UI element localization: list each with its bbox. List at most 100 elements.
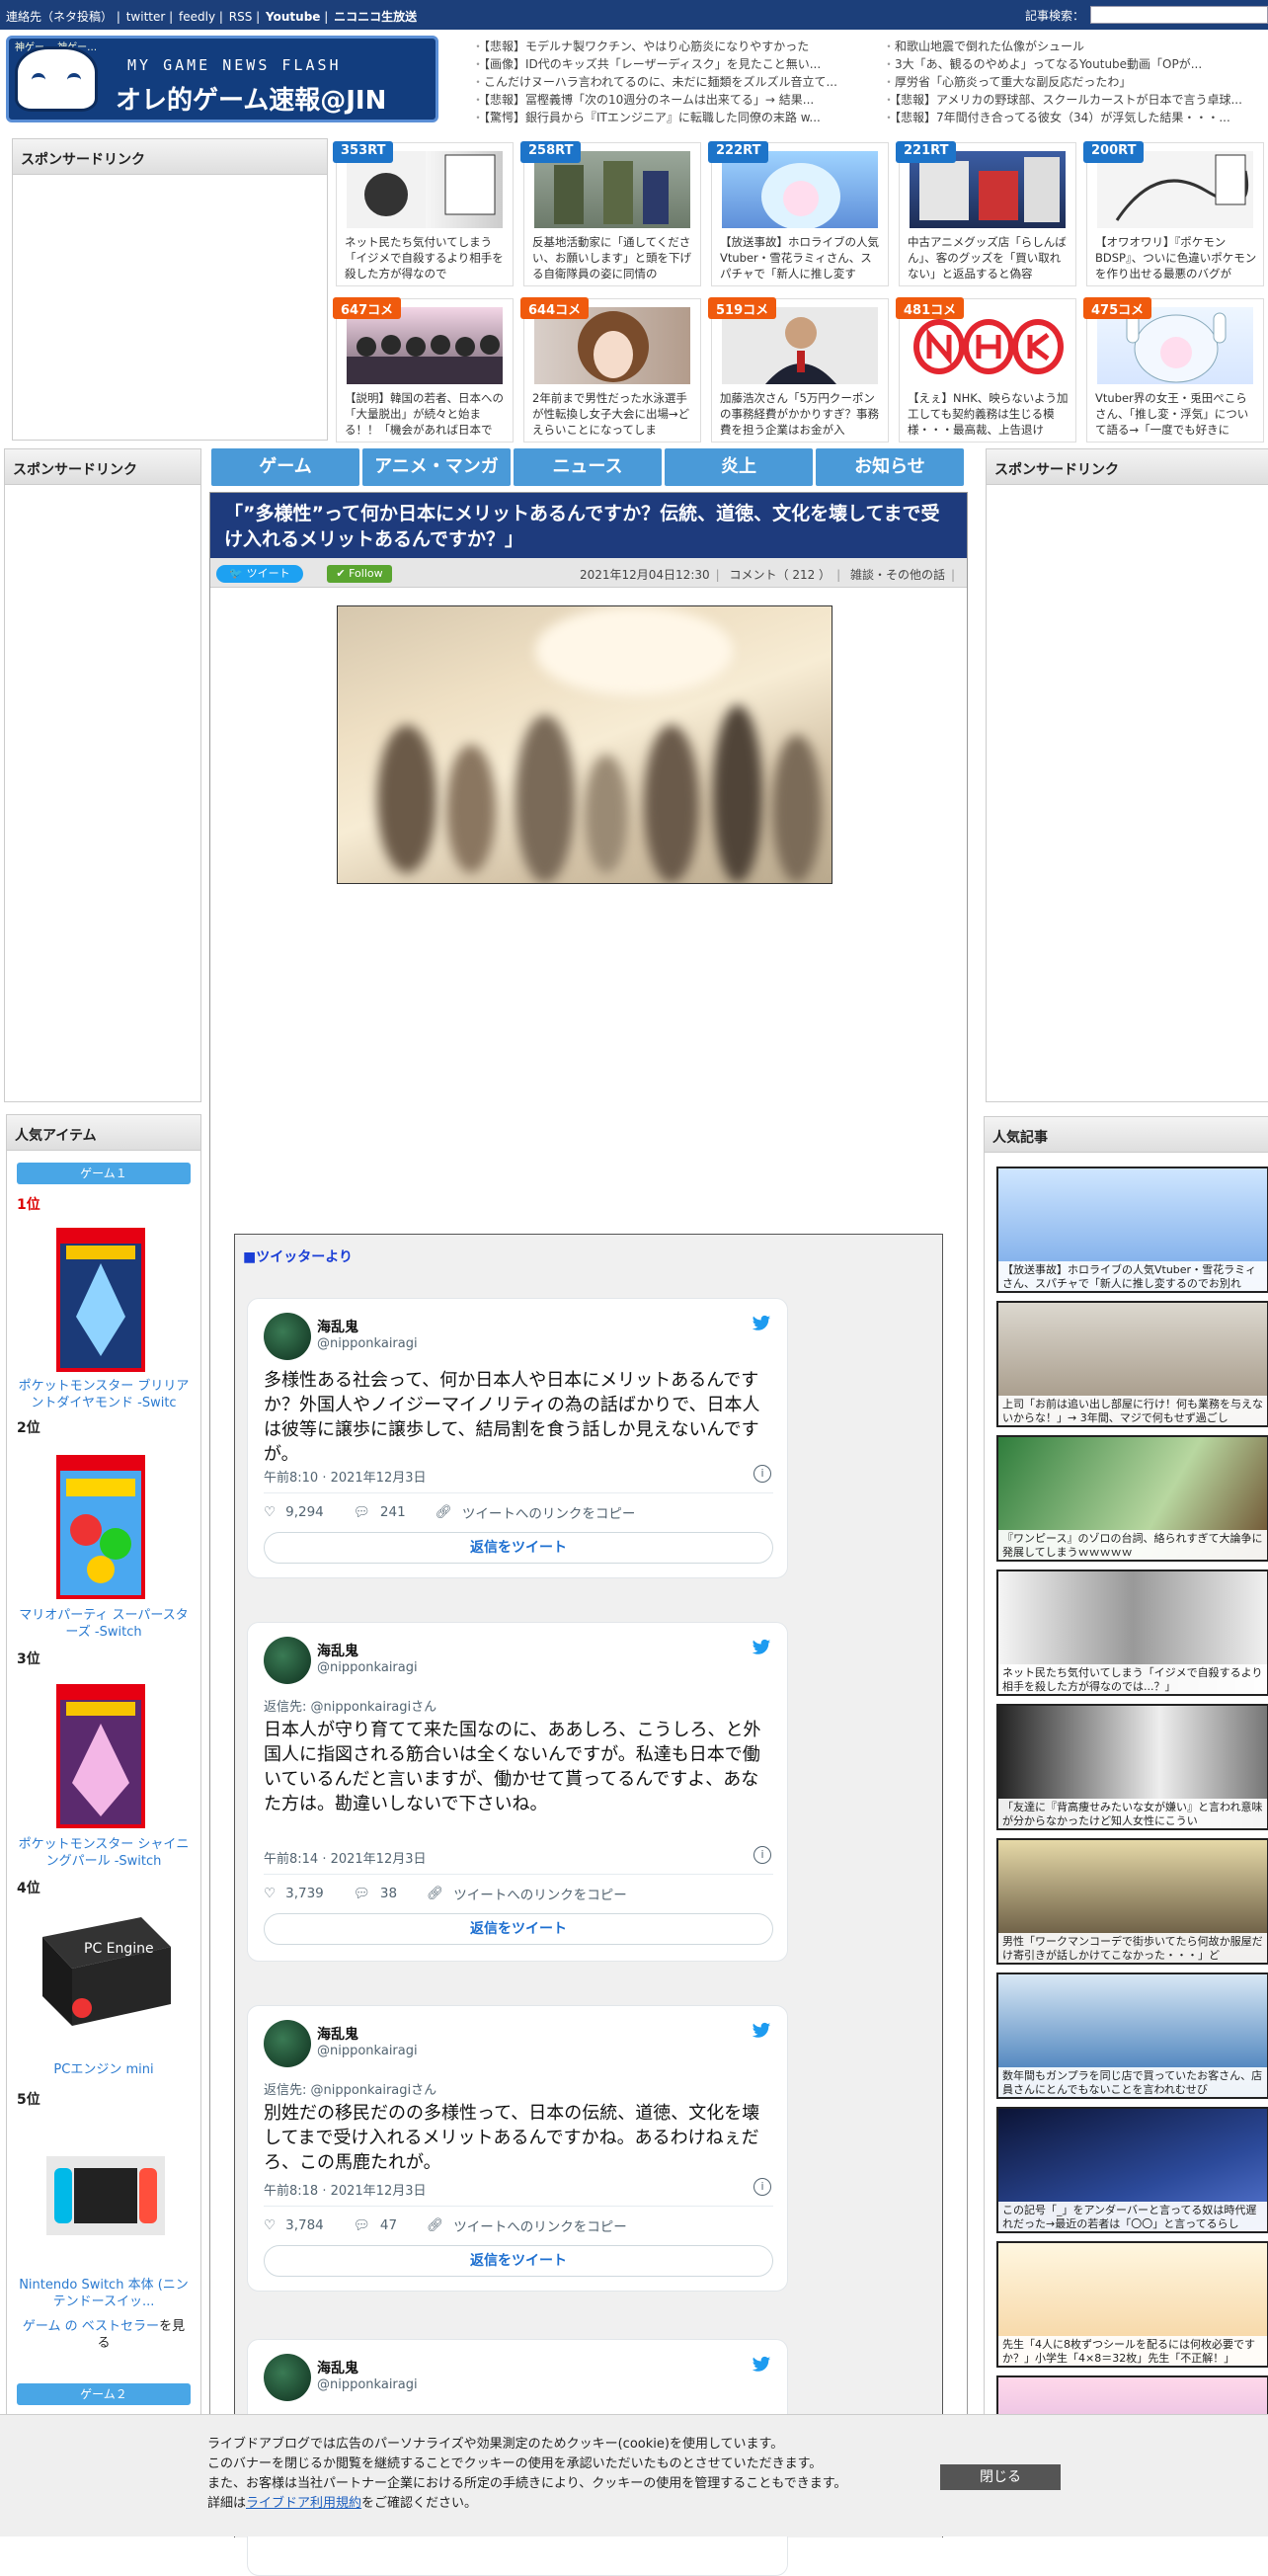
niconico-link[interactable]: ニコニコ生放送 xyxy=(334,10,417,24)
copy-link-action[interactable]: 🔗︎ ツイートへのリンクをコピー xyxy=(427,1884,627,1903)
twitter-bird-icon[interactable] xyxy=(752,2022,771,2040)
product-name-link[interactable]: PCエンジン mini xyxy=(17,2061,191,2078)
tweet-timestamp[interactable]: 午前8:18 · 2021年12月3日 xyxy=(264,2180,427,2199)
popular-article-card[interactable]: 『ワンピース』のゾロの台詞、絡られすぎて大論争に発展してしまうｗｗｗｗｗ xyxy=(996,1435,1268,1562)
tweet-button[interactable]: 🐦 ツイート xyxy=(216,565,303,583)
headline-link[interactable]: 【悲報】アメリカの野球部、スクールカーストが日本で言う卓球... xyxy=(883,91,1266,109)
tweet-author-name[interactable]: 海乱鬼 xyxy=(317,2024,358,2044)
trending-card[interactable]: 481コメ 【えぇ】NHK、映らないよう加工しても契約義務は生じる模様・・・最高… xyxy=(896,297,1076,443)
trending-card[interactable]: 258RT 反基地活動家に「通してください、お願いします」と頭を下げる自衛隊員の… xyxy=(520,141,701,286)
article-comments-link[interactable]: コメント（ 212 ） xyxy=(730,568,832,582)
info-icon[interactable]: i xyxy=(753,1846,771,1864)
product-image[interactable] xyxy=(56,1684,145,1828)
tweet-author-name[interactable]: 海乱鬼 xyxy=(317,1317,358,1336)
trending-card[interactable]: 222RT 【放送事故】ホロライブの人気Vtuber・雪花ラミィさん、スパチャで… xyxy=(708,141,889,286)
popular-article-card[interactable]: 数年間もガンプラを同じ店で買っていたお客さん、店員さんにとんでもないことを言われ… xyxy=(996,1972,1268,2099)
copy-link-action[interactable]: 🔗︎ ツイートへのリンクをコピー xyxy=(436,1502,636,1522)
headline-link[interactable]: 厚労省「心筋炎って重大な副反応だったわ」 xyxy=(883,73,1266,91)
embedded-tweet[interactable]: 海乱鬼 @nipponkairagi 多様性ある社会って、何か日本人や日本にメリ… xyxy=(247,1298,788,1578)
nav-flame[interactable]: 炎上 xyxy=(665,448,813,486)
product-image[interactable] xyxy=(56,1228,145,1372)
terms-link[interactable]: ライブドア利用規約 xyxy=(246,2496,361,2511)
product-image[interactable] xyxy=(46,2142,165,2241)
reply-tweet-button[interactable]: 返信をツイート xyxy=(264,1532,773,1564)
headline-link[interactable]: こんだけヌーハラ言われてるのに、未だに麺類をズルズル音立て... xyxy=(472,73,867,91)
reply-to-label[interactable]: 返信先: @nipponkairagiさん xyxy=(264,1696,436,1715)
reply-action[interactable]: 💬︎ 47 xyxy=(354,2217,397,2233)
nav-anime-manga[interactable]: アニメ・マンガ xyxy=(362,448,511,486)
trending-card[interactable]: 647コメ 【説明】韓国の若者、日本への「大量脱出」が続々と始まる！！「機会があ… xyxy=(333,297,514,443)
product-name-link[interactable]: Nintendo Switch 本体 (ニンテンドースイッ... xyxy=(17,2277,191,2310)
embedded-tweet[interactable]: 海乱鬼 @nipponkairagi 返信先: @nipponkairagiさん… xyxy=(247,2005,788,2292)
headline-link[interactable]: 3大「あ、観るのやめよ」ってなるYoutube動画「OPが... xyxy=(883,55,1266,73)
twitter-bird-icon[interactable] xyxy=(752,1639,771,1656)
youtube-link[interactable]: Youtube xyxy=(266,10,320,24)
trending-card[interactable]: 644コメ 2年前まで男性だった水泳選手が性転換し女子大会に出場→どえらいことに… xyxy=(520,297,701,443)
product-name-link[interactable]: ポケットモンスター ブリリアントダイヤモンド -Switc xyxy=(17,1378,191,1411)
headline-link[interactable]: 【悲報】モデルナ製ワクチン、やはり心筋炎になりやすかった xyxy=(472,38,867,55)
headline-link[interactable]: 【画像】ID代のキッズ共「レーザーディスク」を見たこと無い... xyxy=(472,55,867,73)
popular-article-card[interactable]: 男性「ワークマンコーデで街歩いてたら何故か服屋だけ寄引きが話しかけてこなかった・… xyxy=(996,1838,1268,1965)
popular-article-card[interactable]: 【放送事故】ホロライブの人気Vtuber・雪花ラミィさん、スパチャで「新人に推し… xyxy=(996,1167,1268,1293)
contact-link[interactable]: 連絡先（ネタ投稿） xyxy=(6,10,113,24)
headline-link[interactable]: 【驚愕】銀行員から『ITエンジニア』に転職した同僚の末路 w... xyxy=(472,109,867,126)
like-action[interactable]: ♡ 3,739 xyxy=(264,1886,324,1901)
trending-card[interactable]: 353RT ネット民たち気付いてしまう「イジメで自殺するより相手を殺した方が得な… xyxy=(333,141,514,286)
tweet-author-name[interactable]: 海乱鬼 xyxy=(317,1641,358,1660)
reply-action[interactable]: 💬︎ 241 xyxy=(354,1504,406,1520)
nav-notice[interactable]: お知らせ xyxy=(816,448,964,486)
popular-article-card[interactable]: 先生「4人に8枚ずつシールを配るには何枚必要ですか？」小学生「4×8＝32枚」先… xyxy=(996,2241,1268,2368)
tweet-timestamp[interactable]: 午前8:10 · 2021年12月3日 xyxy=(264,1467,427,1486)
like-action[interactable]: ♡ 3,784 xyxy=(264,2217,324,2233)
avatar[interactable] xyxy=(264,2020,311,2067)
tweet-author-name[interactable]: 海乱鬼 xyxy=(317,2358,358,2377)
nav-game[interactable]: ゲーム xyxy=(211,448,359,486)
copy-link-action[interactable]: 🔗︎ ツイートへのリンクをコピー xyxy=(427,2215,627,2235)
reply-tweet-button[interactable]: 返信をツイート xyxy=(264,1913,773,1945)
popular-article-card[interactable]: ネット民たち気付いてしまう「イジメで自殺するより相手を殺した方が得なのでは...… xyxy=(996,1570,1268,1696)
avatar[interactable] xyxy=(264,2354,311,2401)
product-image[interactable] xyxy=(56,1455,145,1599)
trending-card[interactable]: 221RT 中古アニメグッズ店「らしんばん」、客のグッズを「買い取れない」と返品… xyxy=(896,141,1076,286)
reply-to-label[interactable]: 返信先: @nipponkairagiさん xyxy=(264,2079,436,2098)
product-name-link[interactable]: マリオパーティ スーパースターズ -Switch xyxy=(17,1607,191,1641)
follow-button[interactable]: ✔ Follow xyxy=(327,565,392,583)
twitter-link[interactable]: twitter xyxy=(126,10,166,24)
embedded-tweet[interactable]: 海乱鬼 @nipponkairagi 返信先: @nipponkairagiさん… xyxy=(247,1622,788,1962)
feedly-link[interactable]: feedly xyxy=(179,10,215,24)
nav-news[interactable]: ニュース xyxy=(514,448,662,486)
tweet-author-handle[interactable]: @nipponkairagi xyxy=(317,1336,418,1351)
avatar[interactable] xyxy=(264,1637,311,1684)
trending-card[interactable]: 519コメ 加藤浩次さん「5万円クーポンの事務経費がかかりすぎ？事務費を担う企業… xyxy=(708,297,889,443)
tweet-author-handle[interactable]: @nipponkairagi xyxy=(317,2044,418,2058)
rss-link[interactable]: RSS xyxy=(229,10,253,24)
trending-card[interactable]: 475コメ Vtuber界の女王・兎田ぺこらさん、「推し変・浮気」について語る→… xyxy=(1083,297,1264,443)
avatar[interactable] xyxy=(264,1313,311,1360)
info-icon[interactable]: i xyxy=(753,1465,771,1483)
info-icon[interactable]: i xyxy=(753,2178,771,2196)
site-logo[interactable]: 神ゲー… 神ゲー… MY GAME NEWS FLASH オレ的ゲーム速報@JI… xyxy=(6,36,438,122)
tweet-timestamp[interactable]: 午前8:14 · 2021年12月3日 xyxy=(264,1848,427,1867)
reply-action[interactable]: 💬︎ 38 xyxy=(354,1886,397,1901)
bestseller-link[interactable]: ゲーム の ベストセラー xyxy=(23,2319,159,2334)
search-input[interactable] xyxy=(1090,6,1268,24)
headline-link[interactable]: 【悲報】7年間付き合ってる彼女（34）が浮気した結果・・・... xyxy=(883,109,1266,126)
twitter-bird-icon[interactable] xyxy=(752,1315,771,1332)
like-action[interactable]: ♡ 9,294 xyxy=(264,1504,324,1520)
cookie-close-button[interactable]: 閉じる xyxy=(940,2464,1061,2490)
product-image[interactable]: PC Engine xyxy=(23,1907,181,2036)
trending-card[interactable]: 200RT 【オワオワリ】『ポケモンBDSP』、ついに色違いポケモンを作り出せる… xyxy=(1083,141,1264,286)
category-tab-game1[interactable]: ゲーム１ xyxy=(17,1163,191,1184)
popular-article-card[interactable]: この記号「_」をアンダーバーと言ってる奴は時代遅れだった→最近の若者は「〇〇」と… xyxy=(996,2107,1268,2233)
popular-article-card[interactable]: 「友達に『背高痩せみたいな女が嫌い』と言われ意味が分からなかったけど知人女性にこ… xyxy=(996,1704,1268,1830)
headline-link[interactable]: 和歌山地震で倒れた仏像がシュール xyxy=(883,38,1266,55)
popular-article-card[interactable]: 上司「お前は追い出し部屋に行け！何も業務を与えないからな！」→ 3年間、マジで何… xyxy=(996,1301,1268,1427)
product-name-link[interactable]: ポケットモンスター シャイニングパール -Switch xyxy=(17,1836,191,1870)
tweet-author-handle[interactable]: @nipponkairagi xyxy=(317,1660,418,1675)
article-category-link[interactable]: 雑談・その他の話 xyxy=(850,568,945,582)
category-tab-game2[interactable]: ゲーム２ xyxy=(17,2383,191,2405)
twitter-bird-icon[interactable] xyxy=(752,2356,771,2374)
tweet-author-handle[interactable]: @nipponkairagi xyxy=(317,2377,418,2392)
headline-link[interactable]: 【悲報】冨樫義博「次の10週分のネームは出来てる」→ 結果... xyxy=(472,91,867,109)
reply-tweet-button[interactable]: 返信をツイート xyxy=(264,2245,773,2277)
